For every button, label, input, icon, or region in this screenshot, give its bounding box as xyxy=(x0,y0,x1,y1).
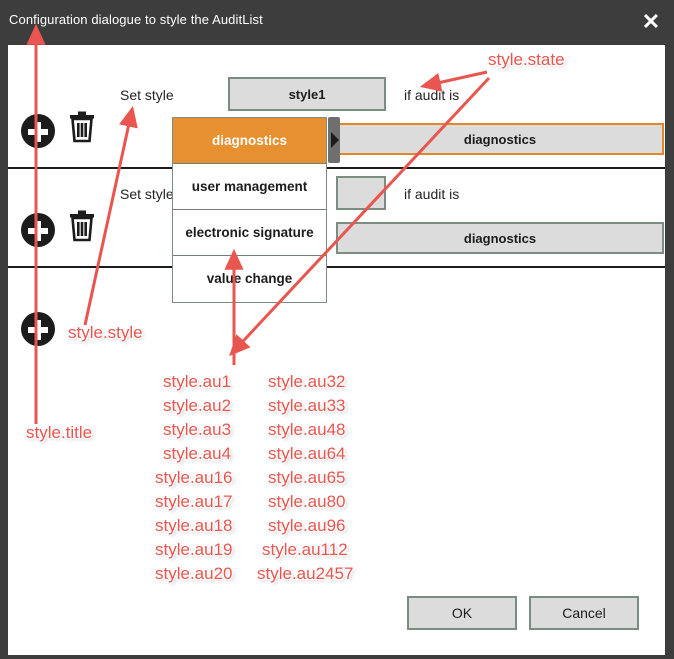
dropdown-scrollbar[interactable] xyxy=(328,117,340,163)
annotation-au-right-4: style.au65 xyxy=(268,468,346,487)
row-divider-1 xyxy=(8,167,665,169)
annotation-au-left-4: style.au16 xyxy=(155,468,233,487)
dropdown-option-user-management[interactable]: user management xyxy=(173,164,326,210)
annotation-au-right-0: style.au32 xyxy=(268,372,346,391)
annotation-style-style: style.style xyxy=(68,323,143,342)
add-row-button-3[interactable] xyxy=(21,312,55,346)
annotation-au-right-7: style.au112 xyxy=(262,540,348,559)
set-style-label-2: Set style xyxy=(120,186,174,202)
state-value-button-1[interactable]: diagnostics xyxy=(336,123,664,155)
style-value-button-1[interactable]: style1 xyxy=(228,77,386,111)
annotation-au-left-1: style.au2 xyxy=(163,396,232,415)
add-row-button-2[interactable] xyxy=(21,213,55,247)
annotation-style-title: style.title xyxy=(26,423,93,442)
annotation-au-left-7: style.au19 xyxy=(155,540,233,559)
close-icon[interactable]: ✕ xyxy=(640,10,662,34)
window-title: Configuration dialogue to style the Audi… xyxy=(9,12,263,27)
annotation-au-right-6: style.au96 xyxy=(268,516,346,535)
cancel-button[interactable]: Cancel xyxy=(529,596,639,630)
annotation-style-state: style.state xyxy=(488,50,565,69)
annotation-au-left-0: style.au1 xyxy=(163,372,232,391)
annotation-au-right-5: style.au80 xyxy=(268,492,346,511)
row-divider-2 xyxy=(8,266,665,268)
delete-row-button-1[interactable] xyxy=(68,111,96,143)
annotation-au-right-2: style.au48 xyxy=(268,420,346,439)
ok-button[interactable]: OK xyxy=(407,596,517,630)
trash-icon-glyph xyxy=(70,210,94,242)
dropdown-option-value-change[interactable]: value change xyxy=(173,256,326,302)
audit-state-dropdown[interactable]: diagnostics user management electronic s… xyxy=(172,117,327,303)
annotation-au-left-2: style.au3 xyxy=(163,420,232,439)
annotation-au-left-8: style.au20 xyxy=(155,564,233,583)
style-value-button-2[interactable] xyxy=(336,176,386,210)
scrollbar-thumb[interactable] xyxy=(328,117,340,163)
state-value-button-2[interactable]: diagnostics xyxy=(336,222,664,254)
set-style-label-1: Set style xyxy=(120,87,174,103)
add-row-button-1[interactable] xyxy=(21,114,55,148)
condition-label-1: if audit is xyxy=(404,87,460,103)
annotation-au-left-5: style.au17 xyxy=(155,492,233,511)
annotation-au-left-6: style.au18 xyxy=(155,516,233,535)
condition-label-2: if audit is xyxy=(404,186,460,202)
annotation-au-left-3: style.au4 xyxy=(163,444,232,463)
annotation-au-right-8: style.au2457 xyxy=(257,564,354,583)
annotation-au-right-3: style.au64 xyxy=(268,444,346,463)
dropdown-option-electronic-signature[interactable]: electronic signature xyxy=(173,210,326,256)
window-titlebar: Configuration dialogue to style the Audi… xyxy=(0,0,674,45)
trash-icon-glyph xyxy=(70,111,94,143)
dropdown-option-diagnostics[interactable]: diagnostics xyxy=(173,118,326,164)
delete-row-button-2[interactable] xyxy=(68,210,96,242)
annotation-au-right-1: style.au33 xyxy=(268,396,346,415)
